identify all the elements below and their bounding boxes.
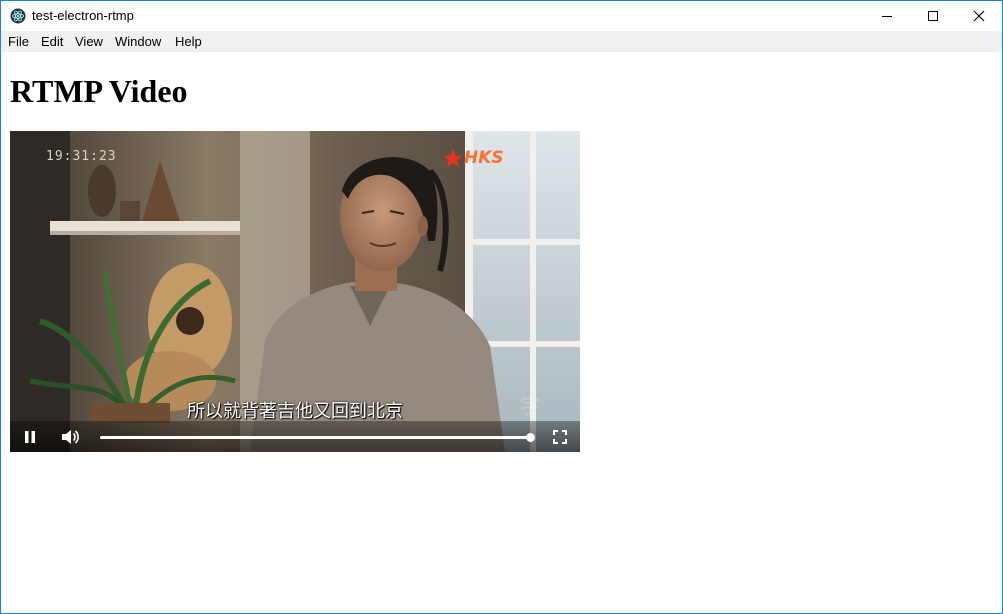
pause-icon [25, 431, 35, 443]
menu-view[interactable]: View [75, 34, 103, 50]
app-window: test-electron-rtmp File Edit View Window… [0, 0, 1003, 614]
volume-icon [62, 430, 79, 444]
video-player[interactable]: 字 19:31:23 HKS 所以就背著吉他又回到北京 [10, 131, 580, 452]
fullscreen-icon [553, 430, 567, 444]
video-subtitle: 所以就背著吉他又回到北京 [187, 401, 403, 422]
title-bar[interactable]: test-electron-rtmp [1, 1, 1002, 31]
window-title: test-electron-rtmp [32, 8, 134, 23]
menu-bar: File Edit View Window Help [1, 31, 1002, 52]
menu-help[interactable]: Help [175, 34, 202, 50]
menu-file[interactable]: File [8, 34, 29, 50]
play-pause-button[interactable] [22, 429, 38, 445]
page-title: RTMP Video [10, 73, 188, 109]
star-logo-icon [443, 149, 463, 167]
video-controls [10, 421, 580, 452]
menu-edit[interactable]: Edit [41, 34, 63, 50]
progress-fill [100, 436, 530, 439]
channel-logo-text: HKS [464, 148, 504, 168]
progress-bar[interactable] [100, 433, 535, 442]
progress-thumb[interactable] [526, 433, 535, 442]
menu-window[interactable]: Window [115, 34, 161, 50]
fullscreen-button[interactable] [552, 429, 568, 445]
minimize-button[interactable] [864, 1, 910, 31]
electron-atom-icon [10, 8, 26, 24]
volume-button[interactable] [60, 428, 80, 446]
minimize-icon [882, 16, 892, 17]
maximize-icon [928, 11, 938, 21]
video-timecode: 19:31:23 [46, 149, 117, 164]
maximize-button[interactable] [910, 1, 956, 31]
channel-logo: HKS [442, 147, 526, 171]
close-button[interactable] [956, 1, 1002, 31]
close-icon [973, 10, 985, 22]
